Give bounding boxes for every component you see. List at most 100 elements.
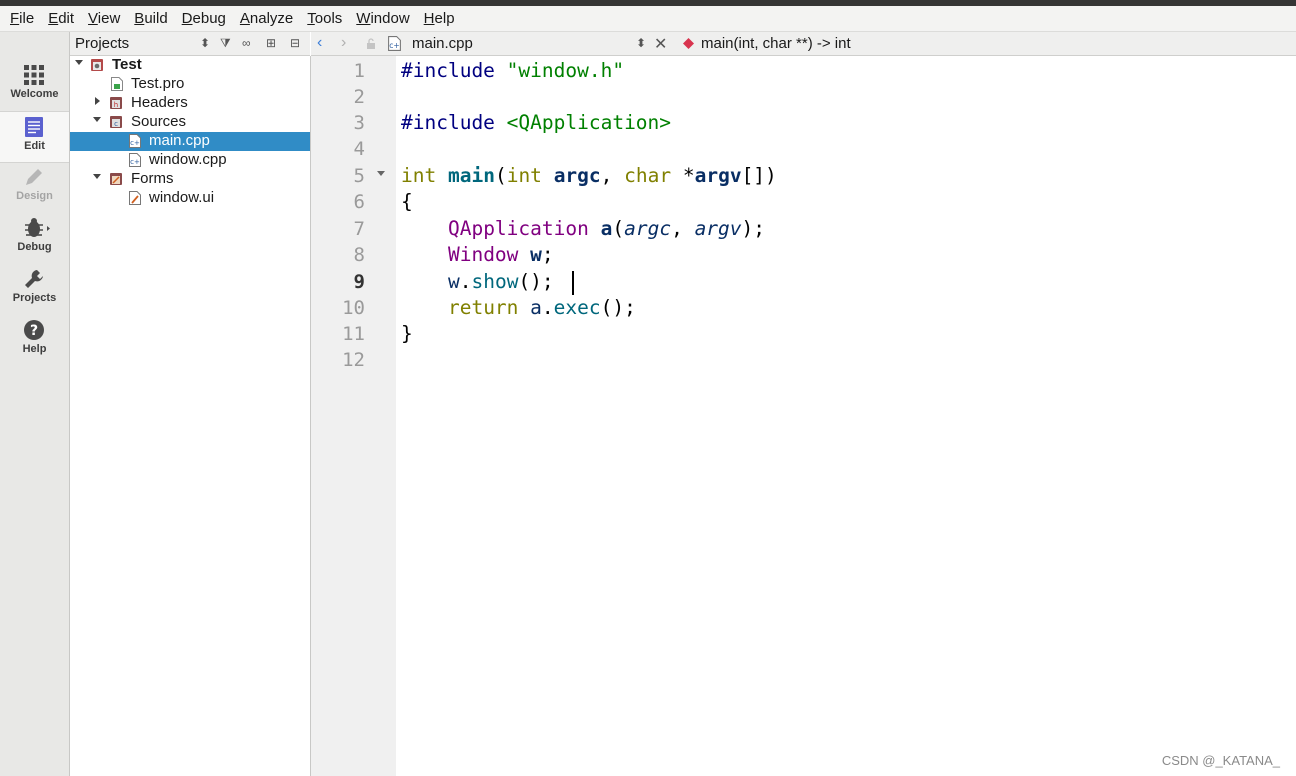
- bug-icon: [25, 218, 50, 237]
- tree-item-window-ui[interactable]: window.ui: [70, 189, 310, 208]
- menu-tools[interactable]: Tools: [307, 10, 342, 27]
- menu-file[interactable]: File: [10, 10, 34, 27]
- svg-text:c+: c+: [130, 139, 140, 147]
- grid-icon: [24, 65, 44, 85]
- cpp-file-icon: c+: [129, 134, 141, 148]
- tree-item-label: main.cpp: [149, 132, 210, 149]
- projects-pane-title: Projects: [75, 35, 130, 52]
- menu-window[interactable]: Window: [356, 10, 409, 27]
- watermark: CSDN @_KATANA_: [1161, 753, 1280, 768]
- project-tree: Test Test.pro h Headers c Sources c+ mai…: [70, 56, 311, 776]
- line-number: 1: [353, 60, 365, 82]
- forward-icon[interactable]: ›: [341, 34, 346, 52]
- view-selector-chevron-icon[interactable]: ⬍: [200, 36, 210, 50]
- line-number: 10: [342, 297, 365, 319]
- open-document-selector[interactable]: main.cpp: [412, 35, 473, 52]
- back-icon[interactable]: ‹: [317, 34, 322, 52]
- line-number: 6: [353, 191, 365, 213]
- tree-item-window-cpp[interactable]: c+ window.cpp: [70, 151, 310, 170]
- tree-item-main-cpp[interactable]: c+ main.cpp: [70, 132, 310, 151]
- fold-arrow-icon[interactable]: [377, 171, 385, 176]
- code-line-5: int main(int argc, char *argv[]): [401, 164, 777, 187]
- tree-item-headers[interactable]: h Headers: [70, 94, 310, 113]
- code-line-9: w.show();: [447, 270, 554, 293]
- forms-folder-icon: [110, 173, 122, 185]
- mode-selector: Welcome Edit Design Debug Projects ? Hel…: [0, 32, 70, 776]
- close-document-icon[interactable]: ✕: [654, 34, 667, 54]
- mode-edit-label: Edit: [24, 140, 45, 152]
- line-number: 3: [353, 112, 365, 134]
- line-number: 11: [342, 323, 365, 345]
- tree-item-label: Test: [112, 56, 142, 73]
- line-number: 2: [353, 86, 365, 108]
- cpp-file-icon: c+: [388, 36, 401, 51]
- menu-help[interactable]: Help: [424, 10, 455, 27]
- menu-build[interactable]: Build: [134, 10, 167, 27]
- menu-debug[interactable]: Debug: [182, 10, 226, 27]
- mode-welcome-label: Welcome: [10, 88, 59, 100]
- menu-view[interactable]: View: [88, 10, 120, 27]
- tree-item-forms[interactable]: Forms: [70, 170, 310, 189]
- editor-toolbar: ‹ › c+ main.cpp ⬍ ✕ main(int, char **) -…: [311, 32, 1296, 56]
- tree-item-label: Test.pro: [131, 75, 185, 92]
- mode-design-label: Design: [16, 190, 53, 202]
- collapse-arrow-icon[interactable]: [93, 117, 101, 122]
- collapse-arrow-icon[interactable]: [75, 60, 83, 65]
- project-folder-icon: [91, 59, 103, 71]
- line-number: 8: [353, 244, 365, 266]
- svg-text:c: c: [114, 120, 118, 128]
- sources-folder-icon: c: [110, 116, 122, 128]
- code-line-1: #include "window.h": [401, 59, 625, 82]
- code-line-3: #include <QApplication>: [401, 111, 672, 134]
- text-cursor: [572, 271, 574, 295]
- mode-welcome[interactable]: Welcome: [0, 60, 69, 110]
- ui-file-icon: [129, 191, 141, 205]
- tree-item-sources[interactable]: c Sources: [70, 113, 310, 132]
- symbol-selector[interactable]: main(int, char **) -> int: [701, 35, 851, 52]
- mode-projects-label: Projects: [12, 292, 57, 304]
- line-number: 4: [353, 138, 365, 160]
- tree-item-label: Forms: [131, 170, 174, 187]
- link-icon[interactable]: ∞: [242, 36, 251, 50]
- filter-icon[interactable]: ⧩: [220, 36, 231, 51]
- split-icon[interactable]: ⊞: [266, 36, 276, 50]
- menu-analyze[interactable]: Analyze: [240, 10, 293, 27]
- mode-debug[interactable]: Debug: [0, 213, 69, 263]
- lock-icon[interactable]: [366, 38, 376, 49]
- tree-item-label: window.ui: [149, 189, 215, 206]
- menu-edit[interactable]: Edit: [48, 10, 74, 27]
- current-line-number: 9: [353, 271, 365, 293]
- svg-text:?: ?: [30, 323, 38, 339]
- code-line-7: QApplication a(argc, argv);: [447, 217, 766, 240]
- svg-text:h: h: [114, 101, 118, 109]
- svg-text:c+: c+: [130, 158, 140, 166]
- document-icon: [25, 117, 43, 137]
- line-number: 5: [353, 165, 365, 187]
- code-line-10: return a.exec();: [447, 296, 636, 319]
- document-chevron-icon[interactable]: ⬍: [636, 36, 646, 50]
- wrench-icon: [25, 270, 43, 288]
- pencil-icon: [26, 169, 42, 185]
- code-line-6: {: [401, 190, 413, 213]
- mode-help[interactable]: ? Help: [0, 315, 69, 365]
- tree-item-project-root[interactable]: Test: [70, 56, 310, 75]
- code-line-8: Window w;: [447, 243, 554, 266]
- collapse-arrow-icon[interactable]: [93, 174, 101, 179]
- mode-debug-label: Debug: [17, 241, 52, 253]
- tree-item-label: Headers: [131, 94, 188, 111]
- mode-projects[interactable]: Projects: [0, 264, 69, 314]
- line-number: 7: [353, 218, 365, 240]
- question-icon: ?: [24, 320, 44, 340]
- mode-edit[interactable]: Edit: [0, 111, 69, 163]
- pro-file-icon: [111, 77, 123, 91]
- tree-item-label: Sources: [131, 113, 187, 130]
- code-line-11: }: [401, 322, 413, 345]
- mode-help-label: Help: [22, 343, 47, 355]
- expand-arrow-icon[interactable]: [95, 97, 100, 105]
- mode-design[interactable]: Design: [0, 162, 69, 212]
- tree-item-pro-file[interactable]: Test.pro: [70, 75, 310, 94]
- close-pane-icon[interactable]: ⊟: [290, 36, 300, 50]
- projects-pane-header: Projects ⬍ ⧩ ∞ ⊞ ⊟: [70, 32, 310, 56]
- svg-text:c+: c+: [389, 41, 399, 50]
- cpp-file-icon: c+: [129, 153, 141, 167]
